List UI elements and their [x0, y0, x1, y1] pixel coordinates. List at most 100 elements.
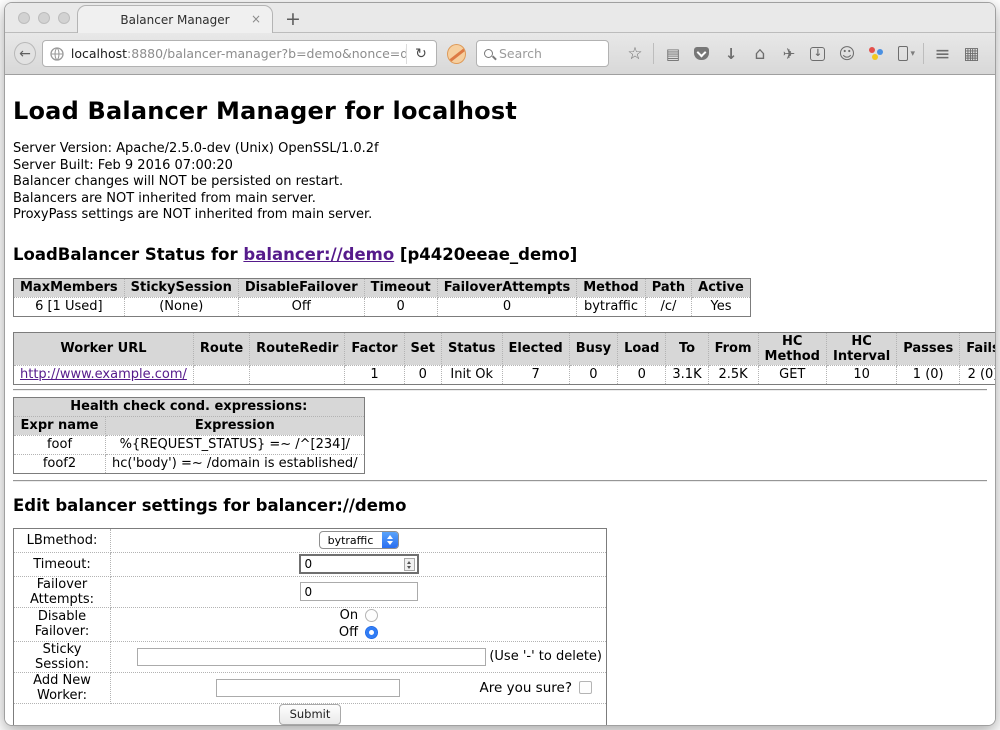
cell-disablefailover: Off: [238, 297, 364, 316]
server-version-line: Server Version: Apache/2.5.0-dev (Unix) …: [13, 141, 987, 158]
cell-method: bytraffic: [577, 297, 645, 316]
save-page-icon[interactable]: ↓: [810, 47, 825, 61]
balancer-settings-form: LBmethod: bytraffic Timeout:: [13, 528, 607, 726]
lbmethod-row: LBmethod: bytraffic: [14, 528, 607, 552]
radio-off-label: Off: [339, 625, 358, 640]
failover-attempts-input[interactable]: [300, 582, 418, 601]
browser-window: Balancer Manager × + ← localhost:8880/ba…: [4, 2, 996, 726]
chevron-down-icon[interactable]: ▾: [910, 49, 915, 59]
cell-hc-interval: 10: [826, 365, 896, 384]
proxypass-note-line: ProxyPass settings are NOT inherited fro…: [13, 207, 987, 224]
reload-icon: ↻: [415, 46, 427, 62]
save-arrow-glyph: ↓: [814, 48, 822, 59]
disable-failover-off-radio[interactable]: [365, 626, 378, 639]
menu-hamburger-icon[interactable]: ≡: [934, 43, 951, 65]
cell-path: /c/: [645, 297, 691, 316]
bookmark-star-icon[interactable]: ☆: [626, 44, 643, 64]
header-routeredir: RouteRedir: [250, 332, 345, 365]
cell-fails: 2 (0): [960, 365, 995, 384]
confirm-label: Are you sure?: [480, 680, 573, 696]
new-tab-button[interactable]: +: [285, 10, 301, 29]
health-check-table: Health check cond. expressions: Expr nam…: [13, 397, 365, 474]
lbmethod-select[interactable]: bytraffic: [319, 531, 399, 549]
cell-busy: 0: [569, 365, 617, 384]
search-placeholder: Search: [499, 46, 542, 61]
submit-row: Submit: [14, 703, 607, 725]
table-title-row: Health check cond. expressions:: [14, 397, 365, 416]
worker-url-link[interactable]: http://www.example.com/: [20, 367, 187, 382]
disable-failover-on-radio[interactable]: [365, 609, 378, 622]
back-icon: ←: [19, 46, 31, 62]
header-route: Route: [193, 332, 249, 365]
timeout-row: Timeout:: [14, 552, 607, 576]
home-icon[interactable]: ⌂: [751, 44, 768, 64]
search-bar[interactable]: Search: [476, 40, 610, 67]
health-row: foof2 hc('body') =~ /domain is establish…: [14, 454, 365, 473]
minimize-window-button[interactable]: [38, 12, 50, 24]
send-plane-icon[interactable]: ✈: [780, 45, 797, 63]
header-hc-method: HC Method: [758, 332, 826, 365]
zoom-window-button[interactable]: [58, 12, 70, 24]
header-expr-name: Expr name: [14, 416, 106, 435]
content-blocked-icon[interactable]: [447, 44, 466, 64]
disable-failover-label: Disable Failover:: [14, 607, 111, 641]
number-spinner-icon[interactable]: [404, 558, 415, 571]
select-stepper-icon: [382, 532, 398, 548]
feedback-smiley-icon[interactable]: ☺: [838, 44, 855, 63]
timeout-label: Timeout:: [14, 552, 111, 576]
sticky-session-input[interactable]: [137, 648, 486, 666]
tab-balancer-manager[interactable]: Balancer Manager ×: [77, 5, 273, 33]
submit-button[interactable]: Submit: [279, 704, 342, 725]
cell-expression: %{REQUEST_STATUS} =~ /^[234]/: [106, 435, 365, 454]
reload-button[interactable]: ↻: [406, 44, 429, 64]
cell-set: 0: [404, 365, 441, 384]
page-content: Load Balancer Manager for localhost Serv…: [5, 75, 995, 725]
cell-timeout: 0: [364, 297, 437, 316]
health-table-title: Health check cond. expressions:: [14, 397, 365, 416]
container-battery-icon[interactable]: [898, 46, 908, 61]
are-you-sure-checkbox[interactable]: [579, 681, 592, 694]
back-button[interactable]: ←: [14, 42, 36, 65]
sticky-session-label: Sticky Session:: [14, 641, 111, 672]
header-disablefailover: DisableFailover: [238, 278, 364, 297]
cell-worker-url: http://www.example.com/: [14, 365, 194, 384]
header-factor: Factor: [345, 332, 404, 365]
cell-failoverattempts: 0: [437, 297, 577, 316]
cell-hc-method: GET: [758, 365, 826, 384]
header-passes: Passes: [897, 332, 960, 365]
url-text[interactable]: localhost:8880/balancer-manager?b=demo&n…: [71, 46, 406, 61]
pocket-icon[interactable]: [694, 47, 709, 60]
status-heading: LoadBalancer Status for balancer://demo …: [13, 245, 987, 264]
window-controls: [18, 12, 70, 24]
bookmarks-clipboard-icon[interactable]: ▤: [664, 45, 681, 63]
server-info: Server Version: Apache/2.5.0-dev (Unix) …: [13, 141, 987, 224]
persist-note-line: Balancer changes will NOT be persisted o…: [13, 174, 987, 191]
cell-to: 3.1K: [666, 365, 708, 384]
balancer-demo-link[interactable]: balancer://demo: [243, 245, 394, 264]
timeout-input[interactable]: [299, 554, 419, 574]
add-worker-label: Add New Worker:: [14, 672, 111, 703]
cell-load: 0: [618, 365, 666, 384]
sticky-session-row: Sticky Session: (Use '-' to delete): [14, 641, 607, 672]
search-icon: [484, 49, 493, 58]
tab-close-icon[interactable]: ×: [251, 13, 261, 25]
cell-elected: 7: [502, 365, 569, 384]
header-set: Set: [404, 332, 441, 365]
extension-dots-icon[interactable]: [868, 46, 884, 61]
close-window-button[interactable]: [18, 12, 30, 24]
add-worker-row: Add New Worker: Are you sure?: [14, 672, 607, 703]
cell-route: [193, 365, 249, 384]
failover-attempts-label: Failover Attempts:: [14, 576, 111, 607]
downloads-icon[interactable]: ↓: [722, 45, 739, 63]
url-bar[interactable]: localhost:8880/balancer-manager?b=demo&n…: [42, 40, 437, 67]
cell-passes: 1 (0): [897, 365, 960, 384]
failover-attempts-row: Failover Attempts:: [14, 576, 607, 607]
header-timeout: Timeout: [364, 278, 437, 297]
server-built-line: Server Built: Feb 9 2016 07:00:20: [13, 158, 987, 175]
add-worker-input[interactable]: [216, 679, 400, 697]
inherit-note-line: Balancers are NOT inherited from main se…: [13, 191, 987, 208]
divider: [13, 480, 987, 482]
cell-routeredir: [250, 365, 345, 384]
cell-active: Yes: [692, 297, 751, 316]
grid-extension-icon[interactable]: ▦: [963, 44, 980, 64]
